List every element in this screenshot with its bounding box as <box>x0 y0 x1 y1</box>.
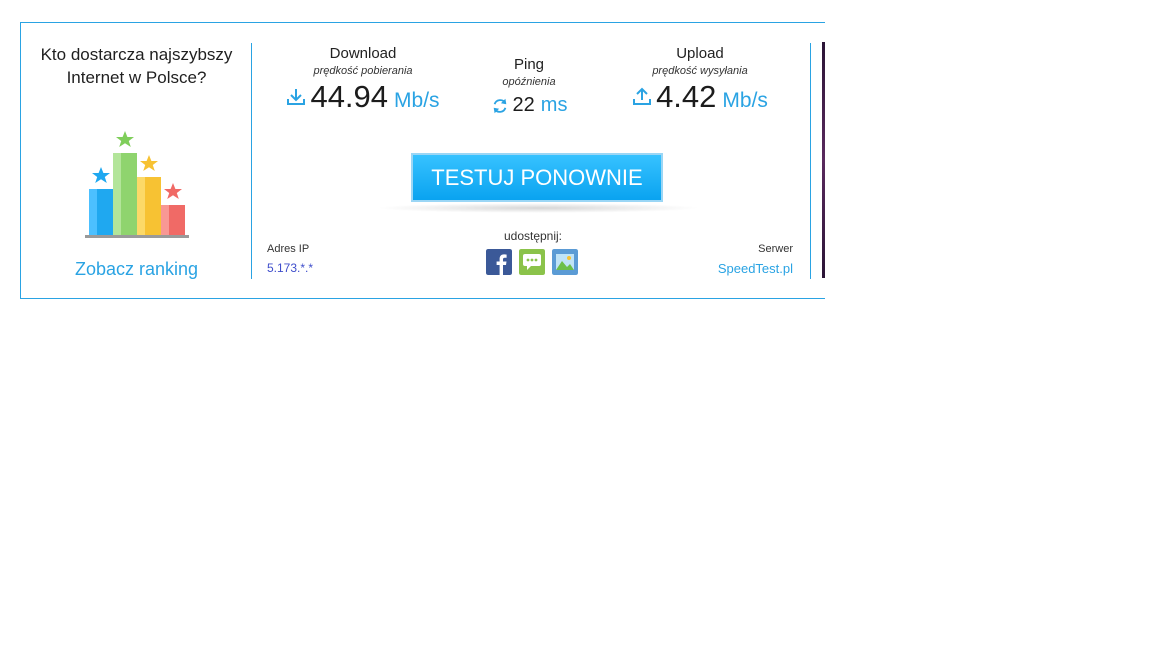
facebook-icon[interactable] <box>486 249 512 275</box>
download-value: 44.94 <box>310 79 389 114</box>
sms-share-icon[interactable] <box>519 249 545 275</box>
upload-icon <box>633 87 652 105</box>
ranking-question: Kto dostarcza najszybszy Internet w Pols… <box>40 45 233 87</box>
refresh-icon <box>493 98 506 113</box>
share-label: udostępnij: <box>503 229 563 243</box>
upload-metric: Upload prędkość wysyłania 4.42 Mb/s <box>611 45 789 115</box>
ranking-chart-icon <box>85 131 189 238</box>
ping-metric: Ping opóźnienia 22 ms <box>469 56 589 117</box>
server-label: Serwer <box>758 243 793 255</box>
ip-value: 5.173.*.* <box>267 261 314 275</box>
download-subtitle: prędkość pobierania <box>313 65 413 77</box>
ping-unit: ms <box>540 94 568 116</box>
share-icons <box>486 249 578 275</box>
divider-right <box>810 43 811 279</box>
ip-label: Adres IP <box>267 243 310 255</box>
image-share-icon[interactable] <box>552 249 578 275</box>
download-metric: Download prędkość pobierania 44.94 Mb/s <box>273 45 453 115</box>
upload-title: Upload <box>676 45 724 62</box>
ping-value: 22 <box>512 94 535 116</box>
side-ad-strip <box>822 42 825 278</box>
divider-left <box>251 43 252 279</box>
ping-subtitle: opóźnienia <box>502 76 556 88</box>
ping-title: Ping <box>513 56 545 73</box>
speedtest-widget: Kto dostarcza najszybszy Internet w Pols… <box>20 22 825 299</box>
download-unit: Mb/s <box>394 89 440 112</box>
cut-off-heading <box>20 0 825 2</box>
button-shadow <box>376 203 701 213</box>
download-icon <box>287 89 306 105</box>
upload-value: 4.42 <box>656 79 717 114</box>
test-again-button[interactable]: TESTUJ PONOWNIE <box>411 153 663 202</box>
upload-unit: Mb/s <box>722 89 768 112</box>
server-link[interactable]: SpeedTest.pl <box>683 261 793 276</box>
ranking-panel: Kto dostarcza najszybszy Internet w Pols… <box>21 23 252 298</box>
see-ranking-link[interactable]: Zobacz ranking <box>31 259 242 280</box>
download-title: Download <box>329 45 397 62</box>
upload-subtitle: prędkość wysyłania <box>652 65 748 77</box>
